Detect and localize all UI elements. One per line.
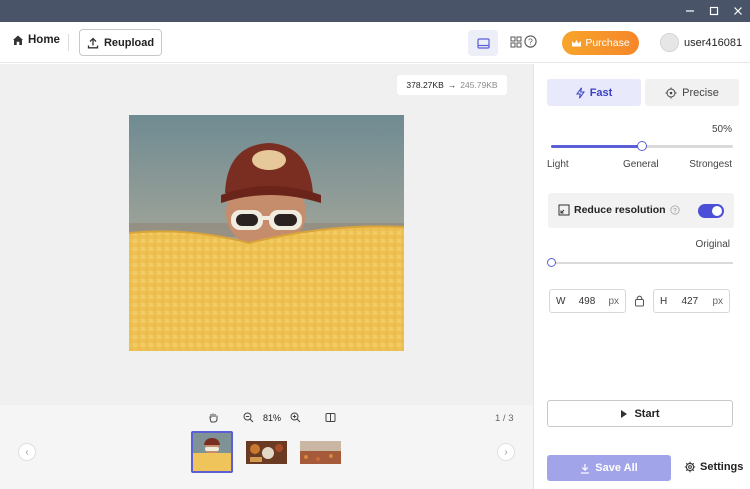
height-unit: px [712,295,723,307]
header-divider [68,34,69,51]
thumbnail-1[interactable] [191,431,233,473]
single-view-button[interactable] [468,30,498,56]
arrow-right-icon: → [447,80,457,90]
mode-fast-label: Fast [589,86,613,99]
title-bar [0,0,750,22]
purchase-button[interactable]: Purchase [562,31,639,55]
mode-precise-label: Precise [682,86,719,99]
zoom-level: 81% [263,412,282,423]
mode-fast-button[interactable]: Fast [547,79,641,106]
resolution-slider[interactable] [547,258,733,267]
view-help-group: ? [510,35,537,48]
info-icon[interactable]: ? [669,205,680,215]
preview-canvas: 378.27KB → 245.79KB [0,64,533,405]
next-thumb-button[interactable]: › [497,443,515,461]
thumbnail-3[interactable] [300,441,341,464]
height-value: 427 [681,295,699,307]
resize-image-icon [558,204,570,216]
minimize-icon[interactable] [678,0,702,22]
home-button[interactable]: Home [12,34,60,46]
avatar [660,33,679,52]
original-size: 378.27KB [406,80,444,90]
settings-panel: Fast Precise 50% Light General Strongest… [533,64,750,489]
label-light: Light [547,159,569,170]
home-icon [13,35,23,45]
save-all-button[interactable]: Save All [547,455,671,481]
compression-slider-fill [551,145,642,148]
single-view-icon [476,37,490,49]
width-unit: px [608,295,619,307]
zoom-in-icon[interactable] [290,412,301,423]
svg-text:?: ? [673,208,677,215]
reduce-resolution-label-group: Reduce resolution ? [558,204,680,216]
gear-icon [684,461,696,473]
home-label: Home [28,34,60,46]
close-icon[interactable] [726,0,750,22]
size-comparison: 378.27KB → 245.79KB [397,75,507,95]
compressed-size: 245.79KB [460,80,498,90]
lock-aspect-icon[interactable] [634,294,645,307]
width-field[interactable]: W 498 px [549,289,626,313]
reduce-resolution-row: Reduce resolution ? [548,193,734,228]
prev-thumb-button[interactable]: ‹ [18,443,36,461]
height-label: H [660,295,668,307]
grid-view-icon[interactable] [510,36,522,48]
save-all-label: Save All [595,462,638,474]
zoom-out-icon[interactable] [243,412,254,423]
height-field[interactable]: H 427 px [653,289,730,313]
compression-percent: 50% [711,124,732,135]
start-label: Start [634,407,660,420]
settings-button[interactable]: Settings [684,461,743,473]
width-label: W [556,295,566,307]
chevron-right-icon: › [504,446,508,458]
preview-image [129,115,404,351]
mode-precise-button[interactable]: Precise [645,79,739,106]
download-icon [581,463,590,474]
reupload-label: Reupload [103,36,155,49]
purchase-label: Purchase [585,37,630,49]
lightning-icon [575,87,585,98]
compression-slider-handle[interactable] [637,141,647,151]
resolution-preset-label: Original [695,239,730,250]
play-icon [621,409,628,418]
header-bar: Home Reupload ? Purchase user416081 [0,22,750,63]
upload-icon [87,37,99,48]
label-general: General [623,159,659,170]
width-value: 498 [578,295,596,307]
maximize-icon[interactable] [702,0,726,22]
resolution-slider-handle[interactable] [547,258,556,267]
help-icon[interactable]: ? [524,35,537,48]
label-strongest: Strongest [689,159,732,170]
settings-label: Settings [700,461,744,473]
bottom-bar: 81% 1 / 3 ‹ › [0,405,533,489]
help-glyph: ? [528,37,533,47]
compare-icon[interactable] [325,412,336,423]
username: user416081 [684,36,743,49]
zoom-toolbar: 81% [208,412,336,423]
thumbnail-2[interactable] [246,441,287,464]
user-menu[interactable]: user416081 [660,33,742,52]
crown-icon [572,39,582,46]
chevron-left-icon: ‹ [25,446,29,458]
reupload-button[interactable]: Reupload [79,29,162,56]
reduce-resolution-toggle[interactable] [698,204,724,218]
compression-slider[interactable] [551,141,733,151]
crosshair-icon [665,87,677,98]
reduce-resolution-label: Reduce resolution [574,204,666,216]
hand-pan-icon[interactable] [208,412,219,423]
start-button[interactable]: Start [547,400,733,427]
page-indicator: 1 / 3 [495,413,514,424]
